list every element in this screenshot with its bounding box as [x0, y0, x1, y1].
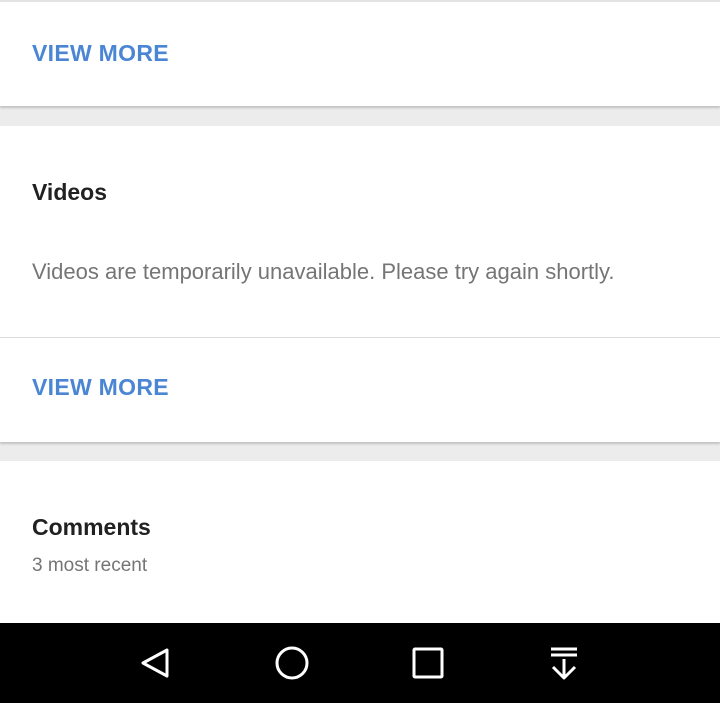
comments-section-title: Comments: [32, 514, 151, 540]
notification-pulldown-icon: [551, 647, 577, 680]
videos-divider: [0, 337, 720, 338]
view-more-button[interactable]: VIEW MORE: [32, 42, 169, 65]
home-circle-icon: [275, 646, 309, 680]
videos-card: Videos Videos are temporarily unavailabl…: [0, 126, 720, 442]
videos-section-title: Videos: [32, 179, 107, 205]
back-button[interactable]: [135, 643, 175, 683]
comments-card: Comments 3 most recent: [0, 461, 720, 623]
notification-pulldown-button[interactable]: [544, 643, 584, 683]
videos-unavailable-message: Videos are temporarily unavailable. Plea…: [32, 259, 615, 284]
top-card: VIEW MORE: [0, 0, 720, 106]
home-button[interactable]: [272, 643, 312, 683]
recents-square-icon: [412, 647, 444, 679]
back-triangle-icon: [141, 648, 169, 678]
videos-view-more-button[interactable]: VIEW MORE: [32, 376, 169, 399]
comments-subtitle: 3 most recent: [32, 555, 148, 576]
recents-button[interactable]: [408, 643, 448, 683]
system-navigation-bar: [0, 623, 720, 703]
